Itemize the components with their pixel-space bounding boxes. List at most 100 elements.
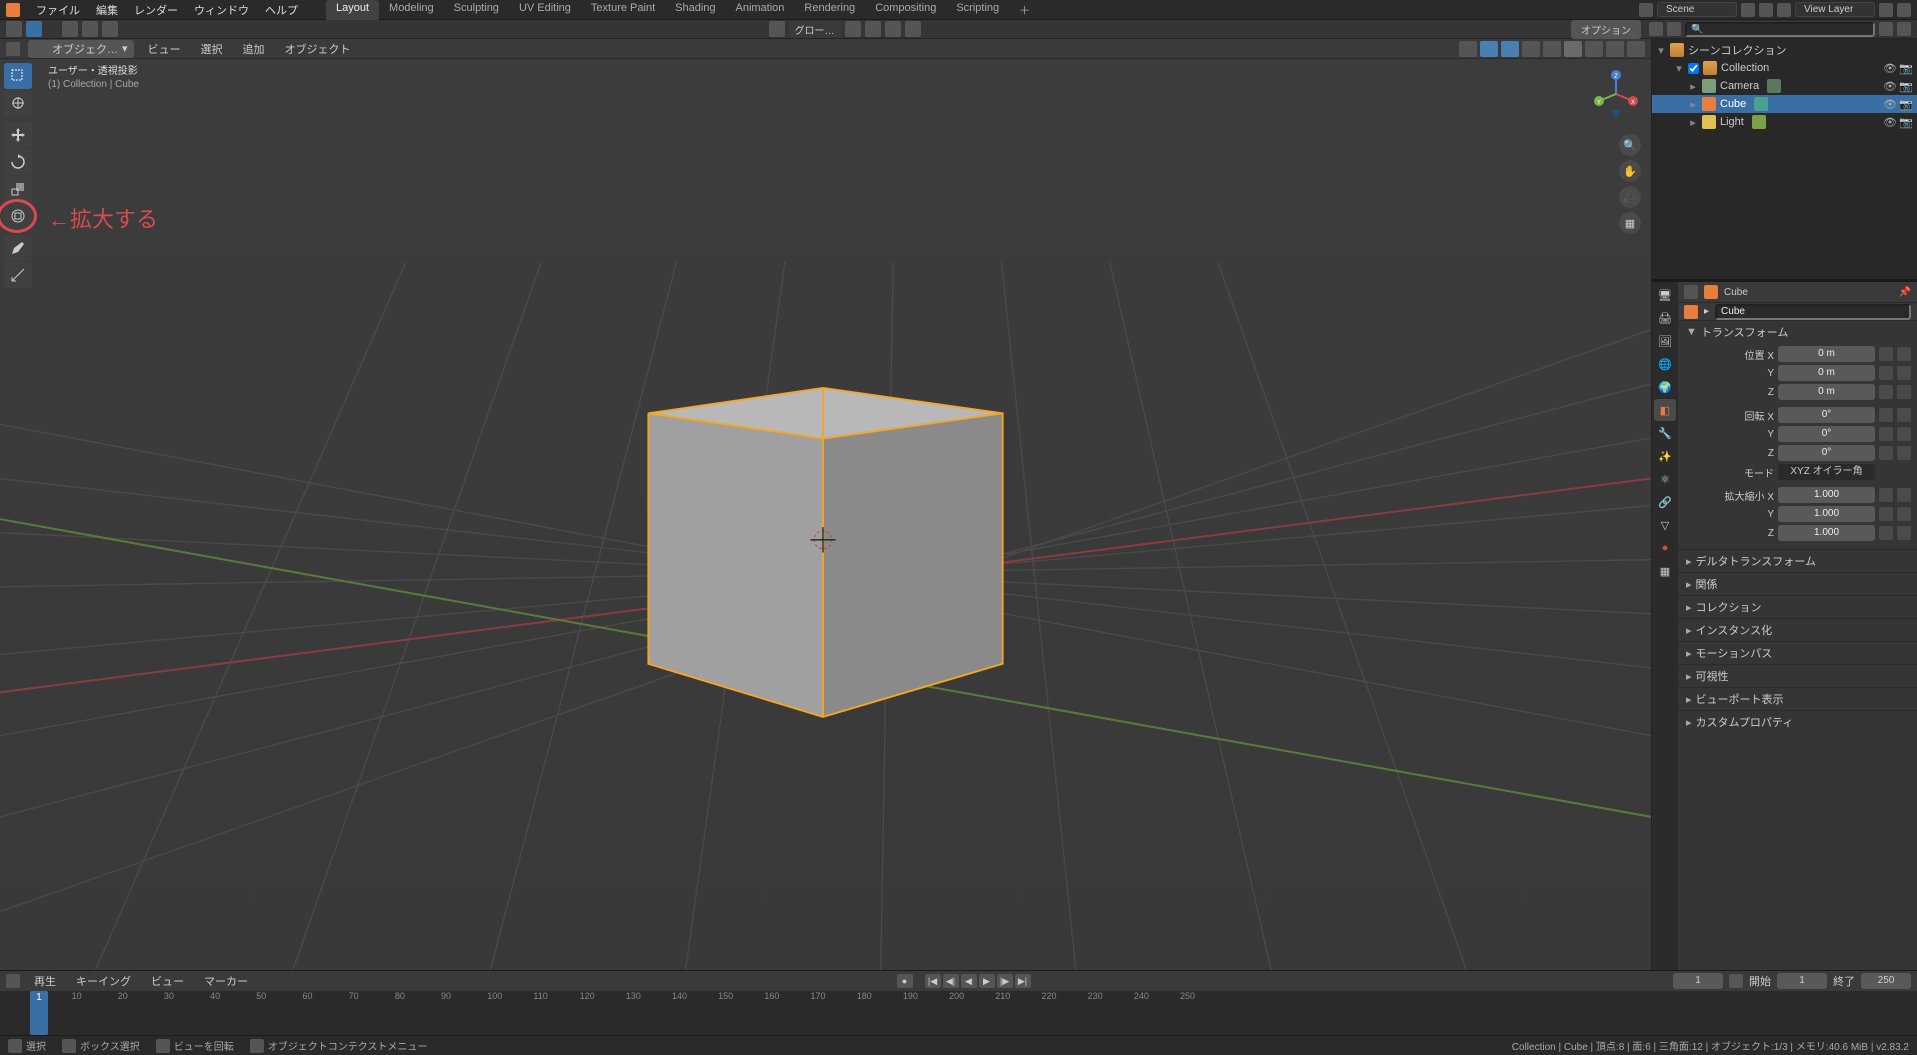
tree-row-cube[interactable]: ▸ Cube 👁📷	[1652, 95, 1917, 113]
tree-row-collection[interactable]: ▾ Collection 👁📷	[1652, 59, 1917, 77]
prop-tab-output[interactable]: 🖨	[1654, 307, 1676, 329]
panel-delta-header[interactable]: ▸デルタトランスフォーム	[1678, 550, 1917, 572]
keyframe-dot[interactable]	[1897, 347, 1911, 361]
lock-icon[interactable]	[1879, 488, 1893, 502]
keyframe-dot[interactable]	[1897, 446, 1911, 460]
render-icon[interactable]: 📷	[1899, 98, 1913, 111]
tab-shading[interactable]: Shading	[665, 0, 725, 20]
timeline-editor-icon[interactable]	[6, 974, 20, 988]
snap-toggle-icon[interactable]	[62, 21, 78, 37]
panel-relations-header[interactable]: ▸関係	[1678, 573, 1917, 595]
prop-tab-scene[interactable]: 🌐	[1654, 353, 1676, 375]
tool-transform[interactable]	[4, 203, 32, 229]
snap-opt-icon[interactable]	[102, 21, 118, 37]
orientation-dropdown[interactable]: グロー…	[789, 21, 841, 38]
tl-menu-keying[interactable]: キーイング	[70, 971, 137, 991]
tool-move[interactable]	[4, 122, 32, 148]
panel-motionpaths-header[interactable]: ▸モーションパス	[1678, 642, 1917, 664]
tree-row-light[interactable]: ▸ Light 👁📷	[1652, 113, 1917, 131]
tool-measure[interactable]	[4, 262, 32, 288]
rotation-y-field[interactable]: 0°	[1778, 426, 1875, 442]
options-button[interactable]: オプション	[1571, 20, 1641, 39]
tl-menu-view[interactable]: ビュー	[145, 971, 190, 991]
tab-modeling[interactable]: Modeling	[379, 0, 444, 20]
keyframe-dot[interactable]	[1897, 526, 1911, 540]
new-scene-icon[interactable]	[1741, 3, 1755, 17]
autokey-icon[interactable]: ●	[897, 974, 913, 988]
prop-tab-render[interactable]: 🖥	[1654, 284, 1676, 306]
prop-tab-data[interactable]: ▽	[1654, 514, 1676, 536]
start-frame-field[interactable]: 1	[1777, 973, 1827, 989]
keyframe-dot[interactable]	[1897, 507, 1911, 521]
lock-icon[interactable]	[1879, 366, 1893, 380]
rotation-x-field[interactable]: 0°	[1778, 407, 1875, 423]
outliner-new-collection-icon[interactable]	[1897, 22, 1911, 36]
eye-icon[interactable]: 👁	[1883, 116, 1897, 129]
prop-editor-icon[interactable]	[1684, 285, 1698, 299]
nav-persp-icon[interactable]: ▦	[1619, 212, 1641, 234]
nav-pan-icon[interactable]: ✋	[1619, 160, 1641, 182]
nav-zoom-icon[interactable]: 🔍	[1619, 134, 1641, 156]
tool-rotate[interactable]	[4, 149, 32, 175]
panel-transform-header[interactable]: ▼トランスフォーム	[1678, 321, 1917, 343]
prop-tab-texture[interactable]: ▦	[1654, 560, 1676, 582]
tool-scale[interactable]	[4, 176, 32, 202]
menu-edit[interactable]: 編集	[88, 0, 126, 20]
render-icon[interactable]: 📷	[1899, 116, 1913, 129]
del-scene-icon[interactable]	[1759, 3, 1773, 17]
nav-gizmo[interactable]: Z X Y	[1591, 69, 1641, 119]
prop-tab-particles[interactable]: ✨	[1654, 445, 1676, 467]
tab-add[interactable]: ＋	[1009, 0, 1040, 20]
end-frame-field[interactable]: 250	[1861, 973, 1911, 989]
menu-file[interactable]: ファイル	[28, 0, 88, 20]
tab-animation[interactable]: Animation	[726, 0, 795, 20]
scale-y-field[interactable]: 1.000	[1778, 506, 1875, 522]
shading-wireframe-icon[interactable]	[1543, 41, 1561, 57]
prop-tab-viewlayer[interactable]: 🖼	[1654, 330, 1676, 352]
lock-icon[interactable]	[1879, 347, 1893, 361]
mode-dropdown[interactable]: オブジェク…▾	[28, 40, 134, 58]
vp-menu-object[interactable]: オブジェクト	[279, 39, 357, 59]
orientation-icon[interactable]	[769, 21, 785, 37]
overlay-icon[interactable]	[1501, 41, 1519, 57]
pivot-icon[interactable]	[845, 21, 861, 37]
keyframe-dot[interactable]	[1897, 385, 1911, 399]
vp-menu-add[interactable]: 追加	[237, 39, 271, 59]
location-y-field[interactable]: 0 m	[1778, 365, 1875, 381]
xray-icon[interactable]	[1522, 41, 1540, 57]
tab-rendering[interactable]: Rendering	[794, 0, 865, 20]
play-reverse-icon[interactable]: ◀	[961, 974, 977, 988]
shading-material-icon[interactable]	[1585, 41, 1603, 57]
viewlayer-field[interactable]: View Layer	[1795, 2, 1875, 17]
outliner-tree[interactable]: ▾ シーンコレクション ▾ Collection 👁📷 ▸ Camera	[1652, 39, 1917, 279]
prop-tab-physics[interactable]: ⚛	[1654, 468, 1676, 490]
keyframe-dot[interactable]	[1897, 427, 1911, 441]
lock-icon[interactable]	[1879, 408, 1893, 422]
panel-viewport-header[interactable]: ▸ビューポート表示	[1678, 688, 1917, 710]
tl-menu-marker[interactable]: マーカー	[198, 971, 254, 991]
panel-visibility-header[interactable]: ▸可視性	[1678, 665, 1917, 687]
gizmo-icon[interactable]	[1480, 41, 1498, 57]
eye-icon[interactable]: 👁	[1883, 98, 1897, 111]
lock-icon[interactable]	[1879, 427, 1893, 441]
proportional-type-icon[interactable]	[905, 21, 921, 37]
shading-dropdown-icon[interactable]	[1627, 41, 1645, 57]
outliner-search[interactable]	[1685, 22, 1875, 37]
cursor-tool-icon[interactable]	[6, 21, 22, 37]
del-viewlayer-icon[interactable]	[1897, 3, 1911, 17]
eye-icon[interactable]: 👁	[1883, 80, 1897, 93]
keyframe-dot[interactable]	[1897, 488, 1911, 502]
vp-menu-select[interactable]: 選択	[195, 39, 229, 59]
keyframe-prev-icon[interactable]: ◀|	[943, 974, 959, 988]
prop-tab-modifiers[interactable]: 🔧	[1654, 422, 1676, 444]
render-icon[interactable]: 📷	[1899, 80, 1913, 93]
tab-scripting[interactable]: Scripting	[946, 0, 1009, 20]
snap-icon[interactable]	[865, 21, 881, 37]
lock-icon[interactable]	[1879, 507, 1893, 521]
selectability-icon[interactable]	[1459, 41, 1477, 57]
pin-icon[interactable]: 📌	[1899, 287, 1911, 298]
scene-field[interactable]: Scene	[1657, 2, 1737, 17]
vp-menu-view[interactable]: ビュー	[142, 39, 187, 59]
tl-menu-playback[interactable]: 再生	[28, 971, 62, 991]
tool-select-box[interactable]	[4, 63, 32, 89]
